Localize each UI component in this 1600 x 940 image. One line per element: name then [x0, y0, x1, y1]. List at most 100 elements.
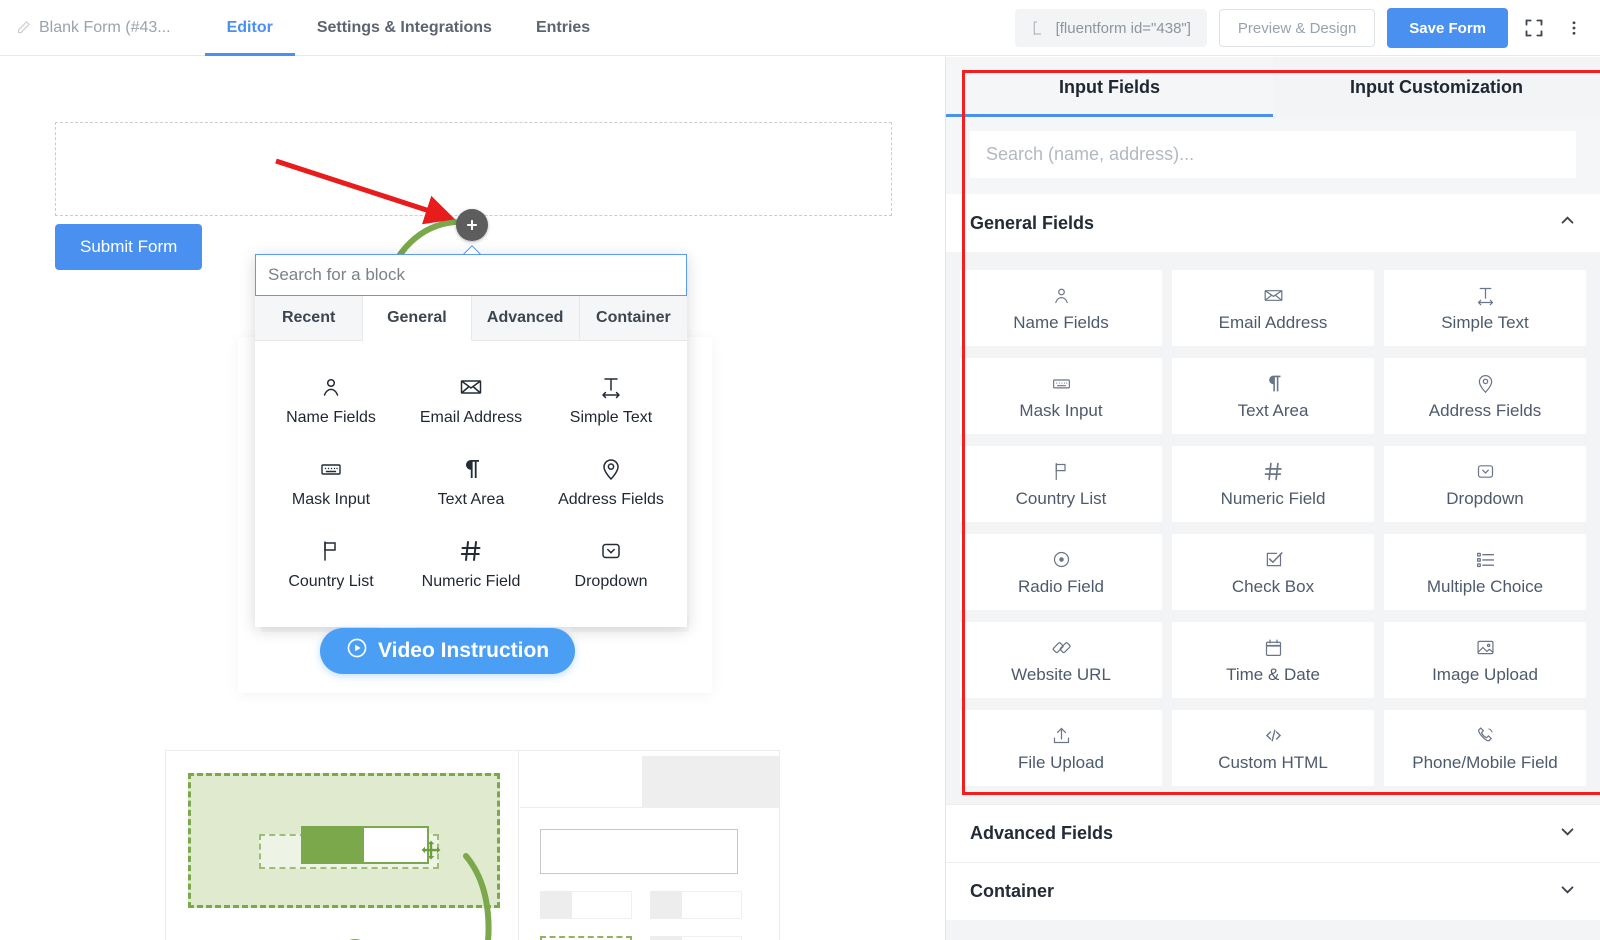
field-radio-field[interactable]: Radio Field [960, 534, 1162, 610]
pencil-icon [16, 20, 31, 35]
illustration-small-cell [540, 891, 632, 919]
video-instruction-button[interactable]: Video Instruction [320, 628, 576, 674]
accordion-advanced-fields[interactable]: Advanced Fields [946, 804, 1600, 862]
block-search-input[interactable] [255, 254, 687, 296]
block-item-label: Email Address [419, 409, 523, 426]
field-image-upload[interactable]: Image Upload [1384, 622, 1586, 698]
list-icon [1475, 547, 1496, 571]
input-fields-sidebar: Input Fields Input Customization General… [945, 57, 1600, 940]
field-label: Address Fields [1428, 401, 1542, 420]
field-country-list[interactable]: Country List [960, 446, 1162, 522]
tab-input-customization[interactable]: Input Customization [1273, 57, 1600, 117]
tab-entries[interactable]: Entries [514, 0, 612, 56]
chevron-up-icon[interactable] [1559, 212, 1576, 234]
hash-icon [1263, 459, 1284, 483]
accordion-title: Container [970, 881, 1055, 901]
form-title[interactable]: Blank Form (#43... [16, 19, 171, 37]
popup-tab-container[interactable]: Container [580, 296, 687, 340]
block-item-numeric-field[interactable]: Numeric Field [401, 523, 541, 605]
illustration-small-cell [650, 891, 742, 919]
drag-drop-illustration [165, 750, 780, 940]
pilcrow-icon [459, 455, 483, 483]
play-circle-icon [346, 637, 368, 665]
field-label: Dropdown [1446, 489, 1524, 508]
hash-icon [459, 537, 483, 565]
field-simple-text[interactable]: Simple Text [1384, 270, 1586, 346]
envelope-icon [459, 373, 483, 401]
section-header-general-fields[interactable]: General Fields [946, 194, 1600, 252]
block-item-name-fields[interactable]: Name Fields [261, 359, 401, 441]
block-item-email-address[interactable]: Email Address [401, 359, 541, 441]
submit-form-button[interactable]: Submit Form [55, 224, 203, 270]
tab-settings-integrations[interactable]: Settings & Integrations [295, 0, 514, 56]
popup-tab-recent[interactable]: Recent [255, 296, 364, 340]
add-block-button[interactable] [456, 209, 488, 241]
block-item-simple-text[interactable]: Simple Text [541, 359, 681, 441]
fullscreen-icon[interactable] [1520, 14, 1548, 42]
block-item-label: Country List [288, 573, 374, 590]
field-numeric-field[interactable]: Numeric Field [1172, 446, 1374, 522]
field-email-address[interactable]: Email Address [1172, 270, 1374, 346]
illustration-small-cell [650, 936, 742, 940]
field-time-date[interactable]: Time & Date [1172, 622, 1374, 698]
block-item-address-fields[interactable]: Address Fields [541, 441, 681, 523]
save-form-button[interactable]: Save Form [1387, 8, 1508, 48]
sidebar-tabs: Input Fields Input Customization [946, 57, 1600, 117]
text-width-icon [1475, 283, 1496, 307]
preview-design-button[interactable]: Preview & Design [1218, 9, 1376, 47]
field-multiple-choice[interactable]: Multiple Choice [1384, 534, 1586, 610]
link-icon [1051, 635, 1072, 659]
accordion-title: Advanced Fields [970, 823, 1114, 843]
general-fields-grid: Name Fields Email Address Simple Text Ma… [946, 252, 1600, 804]
field-address-fields[interactable]: Address Fields [1384, 358, 1586, 434]
popup-caret [463, 245, 481, 254]
field-mask-input[interactable]: Mask Input [960, 358, 1162, 434]
field-label: Email Address [1218, 313, 1328, 332]
illustration-dragged-block [301, 826, 364, 864]
more-vertical-icon[interactable] [1560, 14, 1588, 42]
chevron-down-icon[interactable] [1559, 881, 1576, 903]
dropdown-icon [1475, 459, 1496, 483]
field-check-box[interactable]: Check Box [1172, 534, 1374, 610]
field-file-upload[interactable]: File Upload [960, 710, 1162, 786]
popup-tab-general[interactable]: General [363, 296, 472, 341]
tab-editor[interactable]: Editor [204, 0, 296, 56]
video-instruction-label: Video Instruction [378, 639, 550, 662]
field-text-area[interactable]: Text Area [1172, 358, 1374, 434]
tab-input-fields[interactable]: Input Fields [946, 57, 1273, 117]
accordion-container[interactable]: Container [946, 862, 1600, 920]
code-icon [1263, 723, 1284, 747]
envelope-icon [1263, 283, 1284, 307]
checkbox-icon [1263, 547, 1284, 571]
field-name-fields[interactable]: Name Fields [960, 270, 1162, 346]
shortcode-bracket-icon [1033, 21, 1041, 35]
map-pin-icon [1475, 371, 1496, 395]
flag-icon [319, 537, 343, 565]
block-item-dropdown[interactable]: Dropdown [541, 523, 681, 605]
block-item-mask-input[interactable]: Mask Input [261, 441, 401, 523]
field-label: Simple Text [1441, 313, 1529, 332]
shortcode-box[interactable]: [fluentform id="438"] [1014, 9, 1207, 47]
keyboard-icon [1051, 371, 1072, 395]
field-label: Custom HTML [1218, 753, 1328, 772]
field-label: Multiple Choice [1426, 577, 1544, 596]
user-icon [1051, 283, 1072, 307]
calendar-icon [1263, 635, 1284, 659]
field-dropdown[interactable]: Dropdown [1384, 446, 1586, 522]
field-phone-mobile[interactable]: Phone/Mobile Field [1384, 710, 1586, 786]
chevron-down-icon[interactable] [1559, 823, 1576, 845]
phone-icon [1475, 723, 1496, 747]
block-item-label: Numeric Field [421, 573, 521, 590]
field-label: Website URL [1011, 665, 1111, 684]
upload-icon [1051, 723, 1072, 747]
move-handle-icon [418, 839, 444, 870]
block-item-text-area[interactable]: Text Area [401, 441, 541, 523]
block-item-country-list[interactable]: Country List [261, 523, 401, 605]
field-custom-html[interactable]: Custom HTML [1172, 710, 1374, 786]
field-website-url[interactable]: Website URL [960, 622, 1162, 698]
popup-tab-advanced[interactable]: Advanced [472, 296, 580, 340]
sidebar-search-input[interactable] [970, 131, 1576, 178]
illustration-right-pane [520, 751, 779, 940]
field-label: Radio Field [1018, 577, 1104, 596]
field-label: Text Area [1237, 401, 1309, 420]
